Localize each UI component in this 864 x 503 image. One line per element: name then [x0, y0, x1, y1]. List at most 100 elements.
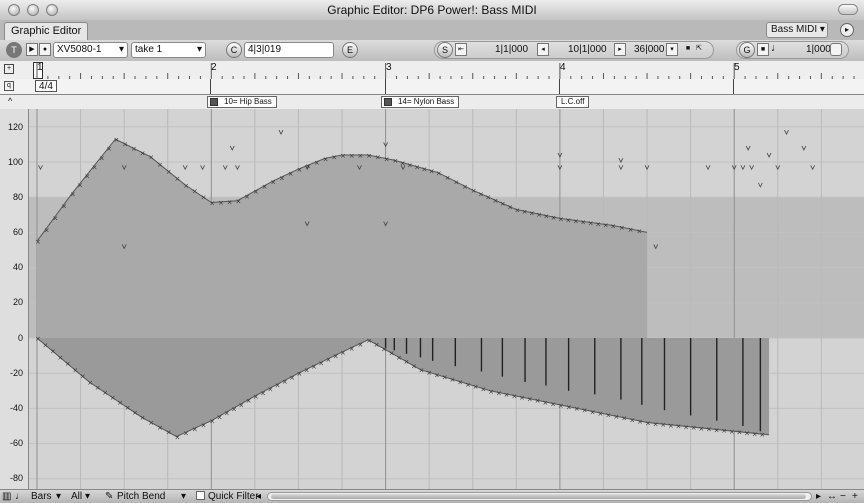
edit-button[interactable]: E: [342, 42, 358, 58]
curve-point: ×: [603, 221, 609, 229]
bars-icon[interactable]: ▥: [2, 490, 11, 503]
curve-point: ×: [65, 360, 71, 368]
ruler-units-menu[interactable]: Bars: [31, 490, 52, 503]
curve-point: ×: [305, 163, 311, 171]
patch-name: 14= Nylon Bass: [398, 97, 455, 106]
scroll-thumb[interactable]: [271, 494, 806, 499]
curve-point: ×: [282, 378, 288, 386]
curve-point: ×: [637, 418, 643, 426]
curve-point: ×: [613, 413, 619, 421]
horizontal-scrollbar[interactable]: [267, 492, 812, 501]
curve-point: ×: [374, 341, 380, 349]
patch-name: 10= Hip Bass: [224, 97, 272, 106]
toolbar-toggle-icon[interactable]: [838, 4, 858, 15]
mini-menu-icon[interactable]: ▸: [840, 23, 854, 37]
curve-point: ×: [349, 345, 355, 353]
quick-filter-checkbox[interactable]: [196, 490, 205, 503]
time-ruler[interactable]: + 1 2 3 4 5: [0, 61, 864, 80]
meter-lane[interactable]: q 4/4: [0, 79, 864, 95]
selection-duration[interactable]: 36|000: [634, 44, 664, 55]
collapse-icon[interactable]: ^: [8, 96, 12, 106]
graph-area[interactable]: × × × × × × × × × × × × × × × × × × × × × × × × × × × × × × × × × × × × × × × ×…: [29, 109, 864, 489]
curve-point: ×: [645, 419, 651, 427]
grid-toggle-icon[interactable]: [830, 43, 842, 56]
curve-point: ×: [426, 369, 432, 377]
curve-point: ×: [462, 183, 468, 191]
grid-button[interactable]: G: [739, 42, 755, 58]
curve-point: ×: [714, 426, 720, 434]
curve-point: ×: [318, 360, 324, 368]
selection-end[interactable]: 10|1|000: [568, 44, 607, 55]
chevron-down-icon[interactable]: ▾: [56, 490, 61, 503]
curve-point: ×: [621, 415, 627, 423]
curve-point: ×: [478, 190, 484, 198]
toolbar: T ▶ ● XV5080-1 ▾ take 1 ▾ C 4|3|019 E S ⇤ …: [0, 40, 864, 62]
note-value-icon[interactable]: ♩: [771, 42, 782, 54]
checkbox-icon: [196, 491, 205, 500]
counter-field[interactable]: 4|3|019: [244, 42, 334, 58]
curve-point: ×: [92, 163, 98, 171]
zoom-slider-icon[interactable]: ↔: [827, 490, 837, 503]
selection-button[interactable]: S: [437, 42, 453, 58]
curve-point: ×: [157, 161, 163, 169]
record-button[interactable]: ●: [39, 43, 51, 56]
curve-point: ×: [529, 209, 535, 217]
curve-point: ×: [357, 152, 363, 160]
selection-start-icon[interactable]: ⇤: [455, 43, 467, 56]
curve-point: ×: [131, 145, 137, 153]
curve-point: ×: [411, 362, 417, 370]
curve-point: ×: [42, 341, 48, 349]
bar-marker: [733, 79, 734, 94]
patch-change-event[interactable]: 14= Nylon Bass: [381, 96, 460, 108]
track-button[interactable]: T: [6, 42, 22, 58]
time-signature[interactable]: 4/4: [35, 80, 57, 92]
grid-value[interactable]: 1|000: [806, 44, 831, 55]
counter-button[interactable]: C: [226, 42, 242, 58]
controller-event[interactable]: L.C.off: [556, 96, 590, 108]
tab-graphic-editor[interactable]: Graphic Editor: [4, 22, 89, 40]
cursor-icon[interactable]: ⇱: [693, 43, 705, 56]
curve-point: ×: [744, 429, 750, 437]
curve-point: ×: [95, 384, 101, 392]
curve-point: ×: [407, 161, 413, 169]
curve-point: ×: [279, 174, 285, 182]
curve-point: ×: [183, 182, 189, 190]
curve-point: ×: [660, 421, 666, 429]
curve-point: ×: [140, 149, 146, 157]
curve-point: ×: [288, 170, 294, 178]
chevron-down-icon[interactable]: ▾: [85, 490, 90, 503]
take-select[interactable]: take 1 ▾: [131, 42, 206, 58]
duration-icon[interactable]: ▸: [614, 43, 626, 56]
curve-point: ×: [113, 136, 119, 144]
track-selector[interactable]: Bass MIDI ▾: [766, 22, 828, 38]
controller-menu[interactable]: Pitch Bend: [117, 490, 165, 503]
play-button[interactable]: ▶: [26, 43, 38, 56]
curve-point: ×: [404, 358, 410, 366]
curve-point: ×: [504, 391, 510, 399]
curve-point: ×: [122, 141, 128, 149]
curve-point: ×: [102, 389, 108, 397]
curve-point: ×: [110, 394, 116, 402]
zoom-out-icon[interactable]: −: [840, 490, 846, 503]
scroll-right-icon[interactable]: ▸: [816, 490, 821, 503]
zoom-in-icon[interactable]: +: [852, 490, 858, 503]
controller-graph[interactable]: ×××××××××××××××××××××× × × ×××××××× × × × × × × × ×…: [29, 109, 864, 489]
view-filter-menu[interactable]: All: [71, 490, 82, 503]
instrument-select[interactable]: XV5080-1 ▾: [53, 42, 128, 58]
selection-end-icon[interactable]: ◂: [537, 43, 549, 56]
grid-snap-icon[interactable]: ■: [757, 43, 769, 56]
duration-menu-icon[interactable]: ▾: [666, 43, 678, 56]
chevron-down-icon: ▾: [196, 44, 202, 55]
curve-point: ×: [396, 354, 402, 362]
selection-start[interactable]: 1|1|000: [495, 44, 528, 55]
pencil-icon[interactable]: ✎: [105, 490, 113, 503]
chevron-down-icon[interactable]: ▾: [181, 490, 186, 503]
patch-icon: [384, 98, 392, 106]
curve-point: ×: [507, 203, 513, 211]
curve-point: ×: [296, 370, 302, 378]
curve-point: ×: [50, 348, 56, 356]
meter-icon[interactable]: q: [4, 81, 14, 91]
scroll-left-icon[interactable]: ◂: [256, 490, 261, 503]
bottom-bar: ▥ ♩ Bars ▾ All ▾ ✎ Pitch Bend ▾ Quick Fi…: [0, 489, 864, 503]
patch-change-event[interactable]: 10= Hip Bass: [207, 96, 277, 108]
